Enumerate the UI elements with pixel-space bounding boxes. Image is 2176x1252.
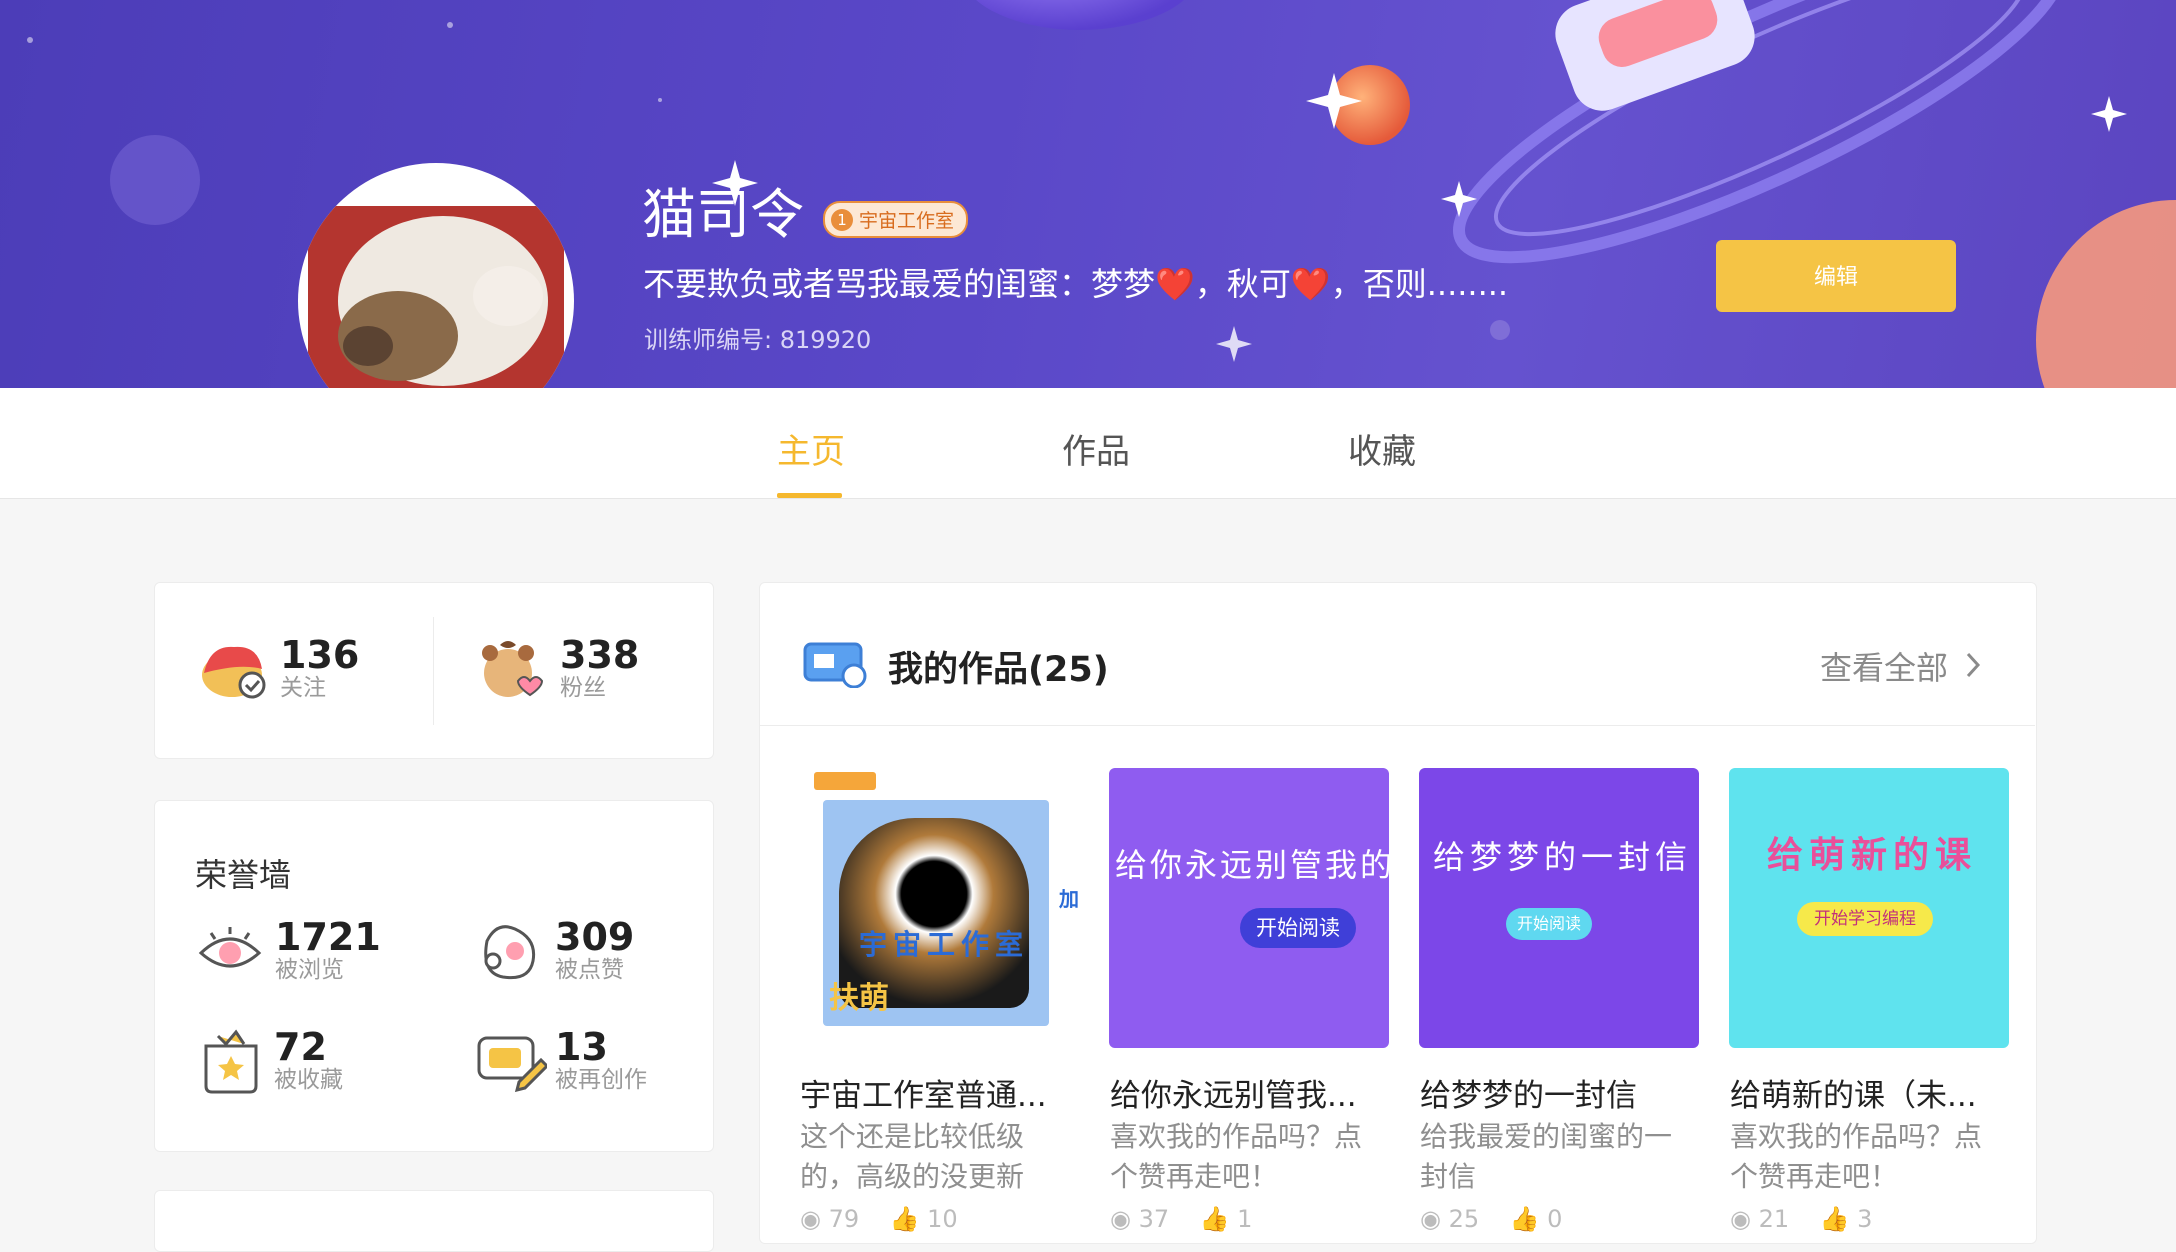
thumb-text: 给梦梦的一封信 [1433,838,1693,876]
likes-stat: 309 被点赞 [477,918,634,984]
username: 猫司令 [642,183,804,246]
remix-label: 被再创作 [555,1067,647,1093]
likes-count: 0 [1547,1205,1563,1233]
fans-count: 338 [560,633,640,677]
tab-active-indicator [777,493,842,498]
likes-count: 1 [1237,1205,1253,1233]
edit-button[interactable]: 编辑 [1716,240,1956,312]
work-title[interactable]: 给梦梦的一封信 [1420,1070,1637,1115]
thumb-tag [814,772,876,790]
start-coding-button: 开始学习编程 [1797,902,1933,936]
profile-banner: 猫司令 1 宇宙工作室 不要欺负或者骂我最爱的闺蜜：梦梦❤️，秋可❤️，否则..… [0,0,2176,388]
tab-works[interactable]: 作品 [1062,424,1130,473]
start-reading-button: 开始阅读 [1240,908,1356,948]
remix-stat: 13 被再创作 [475,1028,647,1094]
tab-home[interactable]: 主页 [777,424,845,473]
start-reading-button: 开始阅读 [1506,908,1592,940]
work-thumbnail[interactable]: 给梦梦的一封信 开始阅读 [1419,768,1699,1048]
favs-count: 72 [274,1025,327,1069]
favorite-box-icon [204,1029,258,1094]
work-desc: 给我最爱的闺蜜的一封信 [1420,1120,1673,1193]
tab-favorites[interactable]: 收藏 [1348,424,1416,473]
paw-like-icon [484,925,536,980]
views-count: 37 [1138,1205,1170,1233]
studio-badge[interactable]: 1 宇宙工作室 [823,201,969,238]
work-meta: ◉ 21 👍 3 [1730,1205,1873,1233]
view-all-link[interactable]: 查看全部 [1820,643,1948,689]
bio-text: ，秋可 [1194,265,1291,303]
likes-count: 3 [1857,1205,1873,1233]
fans-icon [482,641,544,697]
work-desc: 喜欢我的作品吗？点个赞再走吧！ [1730,1120,1983,1193]
works-icon [803,642,867,688]
profile-tabs: 主页 作品 收藏 [0,388,2176,499]
favs-label: 被收藏 [274,1067,343,1093]
following-stat[interactable]: 136 关注 [200,636,359,702]
work-meta: ◉ 25 👍 0 [1420,1205,1563,1233]
fans-label: 粉丝 [560,675,606,701]
views-stat: 1721 被浏览 [197,918,381,984]
chevron-right-icon[interactable] [1964,650,1982,680]
views-count: 25 [1448,1205,1480,1233]
views-label: 被浏览 [275,957,344,983]
work-thumbnail[interactable]: 给萌新的课 开始学习编程 [1729,768,2009,1048]
favs-stat: 72 被收藏 [200,1028,343,1094]
honor-wall-title: 荣誉墙 [195,856,292,894]
views-count: 79 [828,1205,860,1233]
thumb-subtext: 扶萌 [829,981,889,1016]
likes-label: 被点赞 [555,957,624,983]
work-title[interactable]: 给你永远别管我... [1110,1070,1357,1115]
work-meta: ◉ 37 👍 1 [1110,1205,1253,1233]
fans-stat[interactable]: 338 粉丝 [478,636,639,702]
work-title[interactable]: 给萌新的课（未... [1730,1070,1977,1115]
work-desc: 这个还是比较低级的，高级的没更新 [800,1120,1025,1193]
avatar-image [308,206,564,388]
user-bio: 不要欺负或者骂我最爱的闺蜜：梦梦❤️，秋可❤️，否则........ [643,262,1508,306]
views-count: 21 [1758,1205,1790,1233]
trainer-id: 训练师编号: 819920 [644,326,872,354]
badge-level: 1 [831,208,853,231]
work-thumbnail[interactable]: 给你永远别管我的 开始阅读 [1109,768,1389,1048]
likes-count: 309 [555,915,635,959]
views-count: 1721 [275,915,381,959]
remix-count: 13 [555,1025,608,1069]
divider [433,617,434,725]
remix-icon [477,1036,547,1092]
work-title[interactable]: 宇宙工作室普通... [800,1070,1047,1115]
thumb-text: 给你永远别管我的 [1115,846,1389,884]
works-title: 我的作品(25) [888,650,1109,690]
work-desc: 喜欢我的作品吗？点个赞再走吧！ [1110,1120,1363,1193]
heart-icon: ❤️ [1290,265,1331,303]
thumb-side-text: 加 [1059,887,1079,911]
thumb-text: 给萌新的课 [1767,835,1978,876]
following-count: 136 [280,633,360,677]
badge-label: 宇宙工作室 [859,210,955,232]
following-icon [202,646,266,699]
work-meta: ◉ 79 👍 10 [800,1205,958,1233]
following-label: 关注 [280,675,326,701]
heart-icon: ❤️ [1155,265,1195,303]
next-card [154,1190,714,1252]
likes-count: 10 [927,1205,958,1233]
eye-icon [198,927,262,968]
bio-text: ，否则........ [1330,265,1509,303]
bio-text: 不要欺负或者骂我最爱的闺蜜：梦梦 [643,265,1156,303]
work-thumbnail[interactable]: 宇宙工作室 扶萌 加 [799,768,1079,1048]
thumb-text: 宇宙工作室 [859,928,1030,961]
